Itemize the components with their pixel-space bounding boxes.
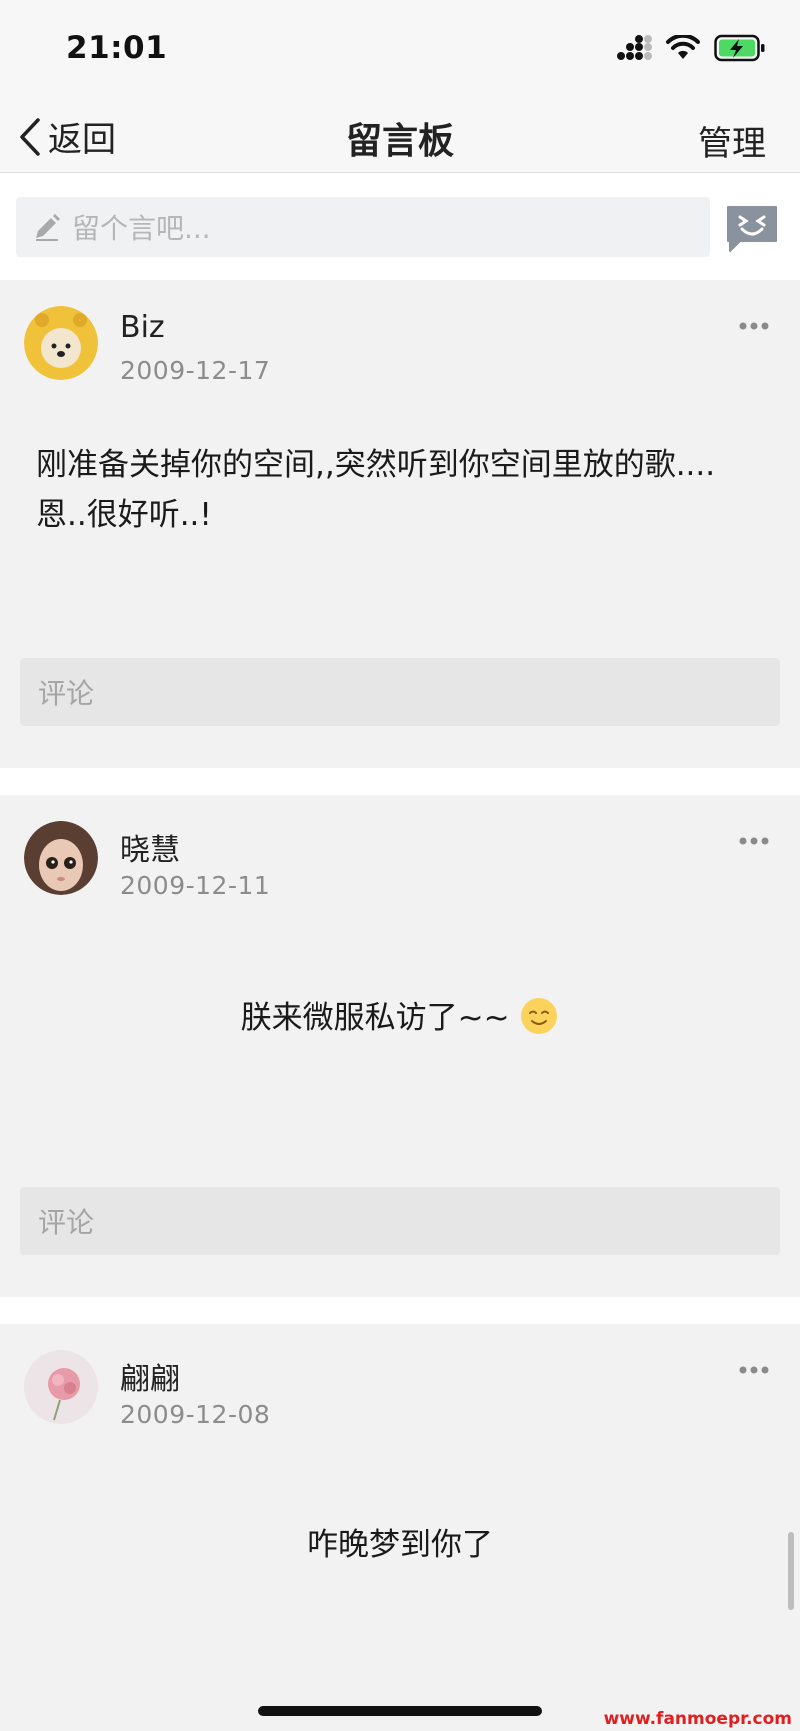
status-time: 21:01 bbox=[66, 30, 168, 66]
scrollbar[interactable] bbox=[788, 1532, 794, 1610]
smile-emoji-icon bbox=[521, 998, 558, 1034]
author-name[interactable]: 晓慧 bbox=[120, 825, 180, 869]
emoji-icon[interactable] bbox=[724, 203, 780, 253]
compose-row: 留个言吧... bbox=[0, 173, 800, 279]
post-date: 2009-12-08 bbox=[120, 1400, 271, 1429]
comment-input[interactable]: 评论 bbox=[20, 658, 780, 726]
message-text-row: 朕来微服私访了~~ bbox=[36, 993, 764, 1043]
wifi-icon bbox=[666, 35, 700, 59]
author-name[interactable]: 翩翩 bbox=[120, 1354, 180, 1398]
back-button[interactable]: 返回 bbox=[18, 112, 116, 161]
more-icon[interactable] bbox=[738, 1364, 770, 1376]
avatar[interactable] bbox=[24, 1350, 98, 1424]
message-input[interactable]: 留个言吧... bbox=[16, 197, 710, 257]
chevron-left-icon bbox=[20, 117, 40, 156]
home-indicator[interactable] bbox=[258, 1706, 542, 1716]
back-label: 返回 bbox=[48, 120, 116, 160]
message-card: Biz 2009-12-17 刚准备关掉你的空间,,突然听到你空间里放的歌...… bbox=[0, 280, 800, 768]
author-name[interactable]: Biz bbox=[120, 310, 165, 345]
post-date: 2009-12-17 bbox=[120, 356, 271, 385]
avatar[interactable] bbox=[24, 821, 98, 895]
avatar[interactable] bbox=[24, 306, 98, 380]
status-bar: 21:01 bbox=[0, 0, 800, 100]
battery-charging-icon bbox=[714, 34, 765, 62]
status-icons bbox=[616, 34, 766, 62]
pencil-icon bbox=[36, 214, 60, 241]
watermark: www.fanmoepr.com bbox=[603, 1709, 792, 1729]
comment-placeholder: 评论 bbox=[38, 677, 95, 710]
nav-bar: 返回 留言板 管理 bbox=[0, 100, 800, 173]
message-placeholder: 留个言吧... bbox=[72, 212, 211, 245]
message-text: 刚准备关掉你的空间,,突然听到你空间里放的歌....恩..很好听..! bbox=[36, 447, 716, 533]
page-title: 留言板 bbox=[345, 121, 454, 162]
message-card: 翩翩 2009-12-08 咋晚梦到你了 bbox=[0, 1324, 800, 1731]
manage-button[interactable]: 管理 bbox=[698, 116, 766, 165]
signal-icon bbox=[617, 35, 652, 60]
message-card: 晓慧 2009-12-11 朕来微服私访了~~ 评论 bbox=[0, 795, 800, 1297]
more-icon[interactable] bbox=[738, 835, 770, 847]
message-text: 朕来微服私访了~~ bbox=[240, 1000, 510, 1036]
message-text: 咋晚梦到你了 bbox=[307, 1527, 493, 1563]
comment-input[interactable]: 评论 bbox=[20, 1187, 780, 1255]
more-icon[interactable] bbox=[738, 320, 770, 332]
post-date: 2009-12-11 bbox=[120, 871, 271, 900]
comment-placeholder: 评论 bbox=[38, 1206, 95, 1239]
